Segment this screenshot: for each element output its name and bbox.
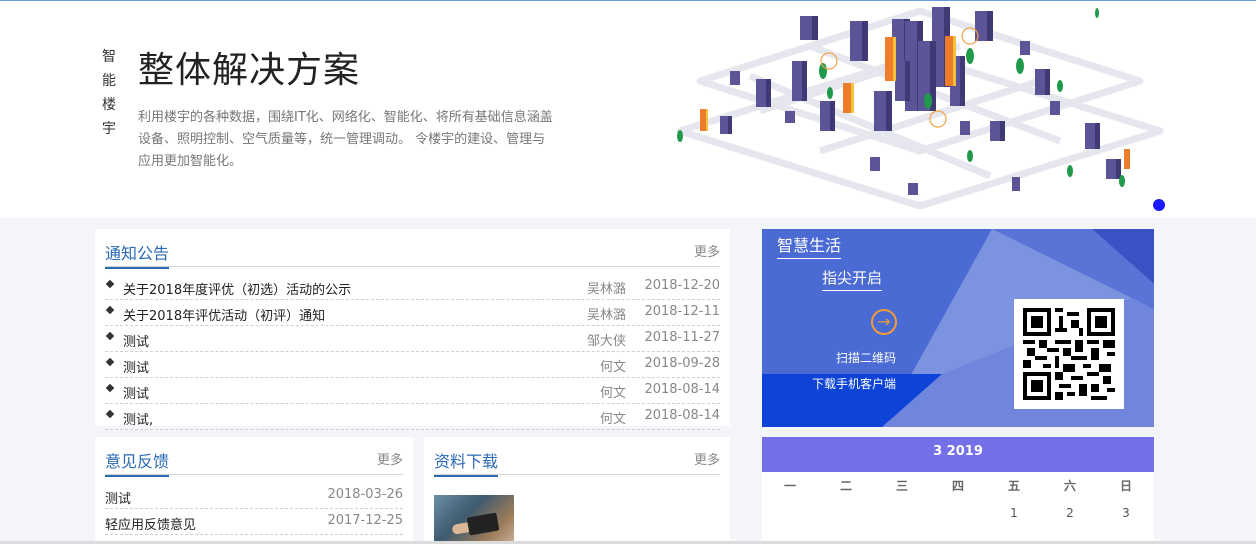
list-item[interactable]: 测试 何文 2018-09-28 xyxy=(105,352,720,378)
feedback-title[interactable]: 轻应用反馈意见 xyxy=(105,514,196,533)
download-more-link[interactable]: 更多 xyxy=(694,449,720,468)
list-item[interactable]: 关于2018年评优活动（初评）通知 吴林潞 2018-12-11 xyxy=(105,300,720,326)
notice-author: 吴林潞 xyxy=(586,282,626,297)
calendar-header: 3 2019 xyxy=(762,437,1154,472)
diamond-bullet-icon xyxy=(105,383,115,393)
calendar-day[interactable]: 1 xyxy=(986,506,1042,524)
notice-author: 何文 xyxy=(599,360,626,375)
list-item[interactable]: 测试, 何文 2018-08-14 xyxy=(105,404,720,430)
calendar-day-row: 1 2 3 xyxy=(762,506,1154,524)
notice-title[interactable]: 测试 xyxy=(123,331,149,350)
calendar-day[interactable] xyxy=(762,506,818,524)
notice-title[interactable]: 关于2018年评优活动（初评）通知 xyxy=(123,305,325,324)
download-panel-header: 资料下载 更多 xyxy=(434,437,720,477)
notice-more-link[interactable]: 更多 xyxy=(694,241,720,260)
calendar-day[interactable] xyxy=(874,506,930,524)
weekday-label: 四 xyxy=(951,479,964,493)
tablet-shape xyxy=(466,512,500,536)
qr-code-icon xyxy=(1023,308,1115,400)
notice-title[interactable]: 测试, xyxy=(123,409,153,428)
feedback-panel-header: 意见反馈 更多 xyxy=(105,437,403,477)
notice-date: 2018-12-20 xyxy=(644,278,720,293)
weekday-label: 五 xyxy=(1007,479,1020,493)
feedback-panel: 意见反馈 更多 测试 2018-03-26 轻应用反馈意见 2017-12-25 xyxy=(95,437,413,544)
weekday-label: 日 xyxy=(1119,479,1132,493)
status-dot xyxy=(1153,199,1165,211)
qr-code xyxy=(1014,299,1124,409)
weekday-label: 六 xyxy=(1063,479,1076,493)
download-client-link[interactable]: 下载手机客户端 xyxy=(812,375,896,392)
calendar-day[interactable] xyxy=(818,506,874,524)
calendar-widget: 3 2019 一 二 三 四 五 六 日 1 2 3 xyxy=(762,437,1154,544)
calendar-day[interactable]: 3 xyxy=(1098,506,1154,524)
calendar-weekday-row: 一 二 三 四 五 六 日 xyxy=(762,477,1154,495)
feedback-more-link[interactable]: 更多 xyxy=(377,449,403,468)
calendar-day[interactable] xyxy=(930,506,986,524)
feedback-date: 2018-03-26 xyxy=(327,487,403,502)
notice-date: 2018-08-14 xyxy=(644,408,720,423)
side-char: 宇 xyxy=(102,121,116,137)
list-item[interactable]: 轻应用反馈意见 2017-12-25 xyxy=(105,509,403,535)
download-thumbnail[interactable] xyxy=(434,495,514,544)
notice-title[interactable]: 关于2018年度评优（初选）活动的公示 xyxy=(123,279,351,298)
weekday-label: 一 xyxy=(783,479,796,493)
list-item[interactable]: 关于2018年度评优（初选）活动的公示 吴林潞 2018-12-20 xyxy=(105,274,720,300)
hero-title: 整体解决方案 xyxy=(138,50,361,91)
download-panel-title[interactable]: 资料下载 xyxy=(434,448,499,477)
diamond-bullet-icon xyxy=(105,305,115,315)
weekday-label: 三 xyxy=(895,479,908,493)
diamond-bullet-icon xyxy=(105,409,115,419)
arrow-right-icon[interactable]: → xyxy=(871,309,897,335)
weekday-label: 二 xyxy=(839,479,852,493)
side-char: 能 xyxy=(102,73,116,89)
smart-life-card: 智慧生活 指尖开启 → 扫描二维码 下载手机客户端 xyxy=(762,229,1154,427)
hero-side-label: 智 能 楼 宇 xyxy=(100,45,118,141)
list-item[interactable]: 测试 2018-03-26 xyxy=(105,483,403,509)
notice-date: 2018-11-27 xyxy=(644,330,720,345)
isometric-city-illustration xyxy=(676,7,1164,210)
download-panel: 资料下载 更多 xyxy=(424,437,730,544)
side-char: 楼 xyxy=(102,97,116,113)
diamond-bullet-icon xyxy=(105,279,115,289)
feedback-panel-title[interactable]: 意见反馈 xyxy=(105,448,170,477)
notice-author: 吴林潞 xyxy=(586,308,626,323)
feedback-date: 2017-12-25 xyxy=(327,513,403,528)
calendar-day[interactable]: 2 xyxy=(1042,506,1098,524)
notice-panel-header: 通知公告 更多 xyxy=(105,229,720,269)
notice-list: 关于2018年度评优（初选）活动的公示 吴林潞 2018-12-20 关于201… xyxy=(105,274,720,430)
scan-qr-text: 扫描二维码 xyxy=(836,351,897,365)
list-item[interactable]: 测试 何文 2018-08-14 xyxy=(105,378,720,404)
smart-life-subtitle: 指尖开启 xyxy=(822,267,883,291)
notice-panel-title[interactable]: 通知公告 xyxy=(105,240,170,269)
side-char: 智 xyxy=(102,49,116,65)
smart-life-title: 智慧生活 xyxy=(777,232,842,259)
list-item[interactable]: 测试 邹大侠 2018-11-27 xyxy=(105,326,720,352)
notice-author: 邹大侠 xyxy=(586,334,626,349)
hero-banner: 智 能 楼 宇 整体解决方案 利用楼宇的各种数据，围绕IT化、网络化、智能化、将… xyxy=(0,1,1256,218)
notice-author: 何文 xyxy=(599,386,626,401)
hero-description: 利用楼宇的各种数据，围绕IT化、网络化、智能化、将所有基础信息涵盖设备、照明控制… xyxy=(138,110,553,169)
notice-date: 2018-12-11 xyxy=(644,304,720,319)
feedback-title[interactable]: 测试 xyxy=(105,488,131,507)
diamond-bullet-icon xyxy=(105,331,115,341)
diamond-bullet-icon xyxy=(105,357,115,367)
notice-title[interactable]: 测试 xyxy=(123,383,149,402)
notice-panel: 通知公告 更多 关于2018年度评优（初选）活动的公示 吴林潞 2018-12-… xyxy=(95,229,730,430)
notice-author: 何文 xyxy=(599,412,626,427)
feedback-list: 测试 2018-03-26 轻应用反馈意见 2017-12-25 xyxy=(105,483,403,535)
notice-date: 2018-08-14 xyxy=(644,382,720,397)
notice-date: 2018-09-28 xyxy=(644,356,720,371)
notice-title[interactable]: 测试 xyxy=(123,357,149,376)
